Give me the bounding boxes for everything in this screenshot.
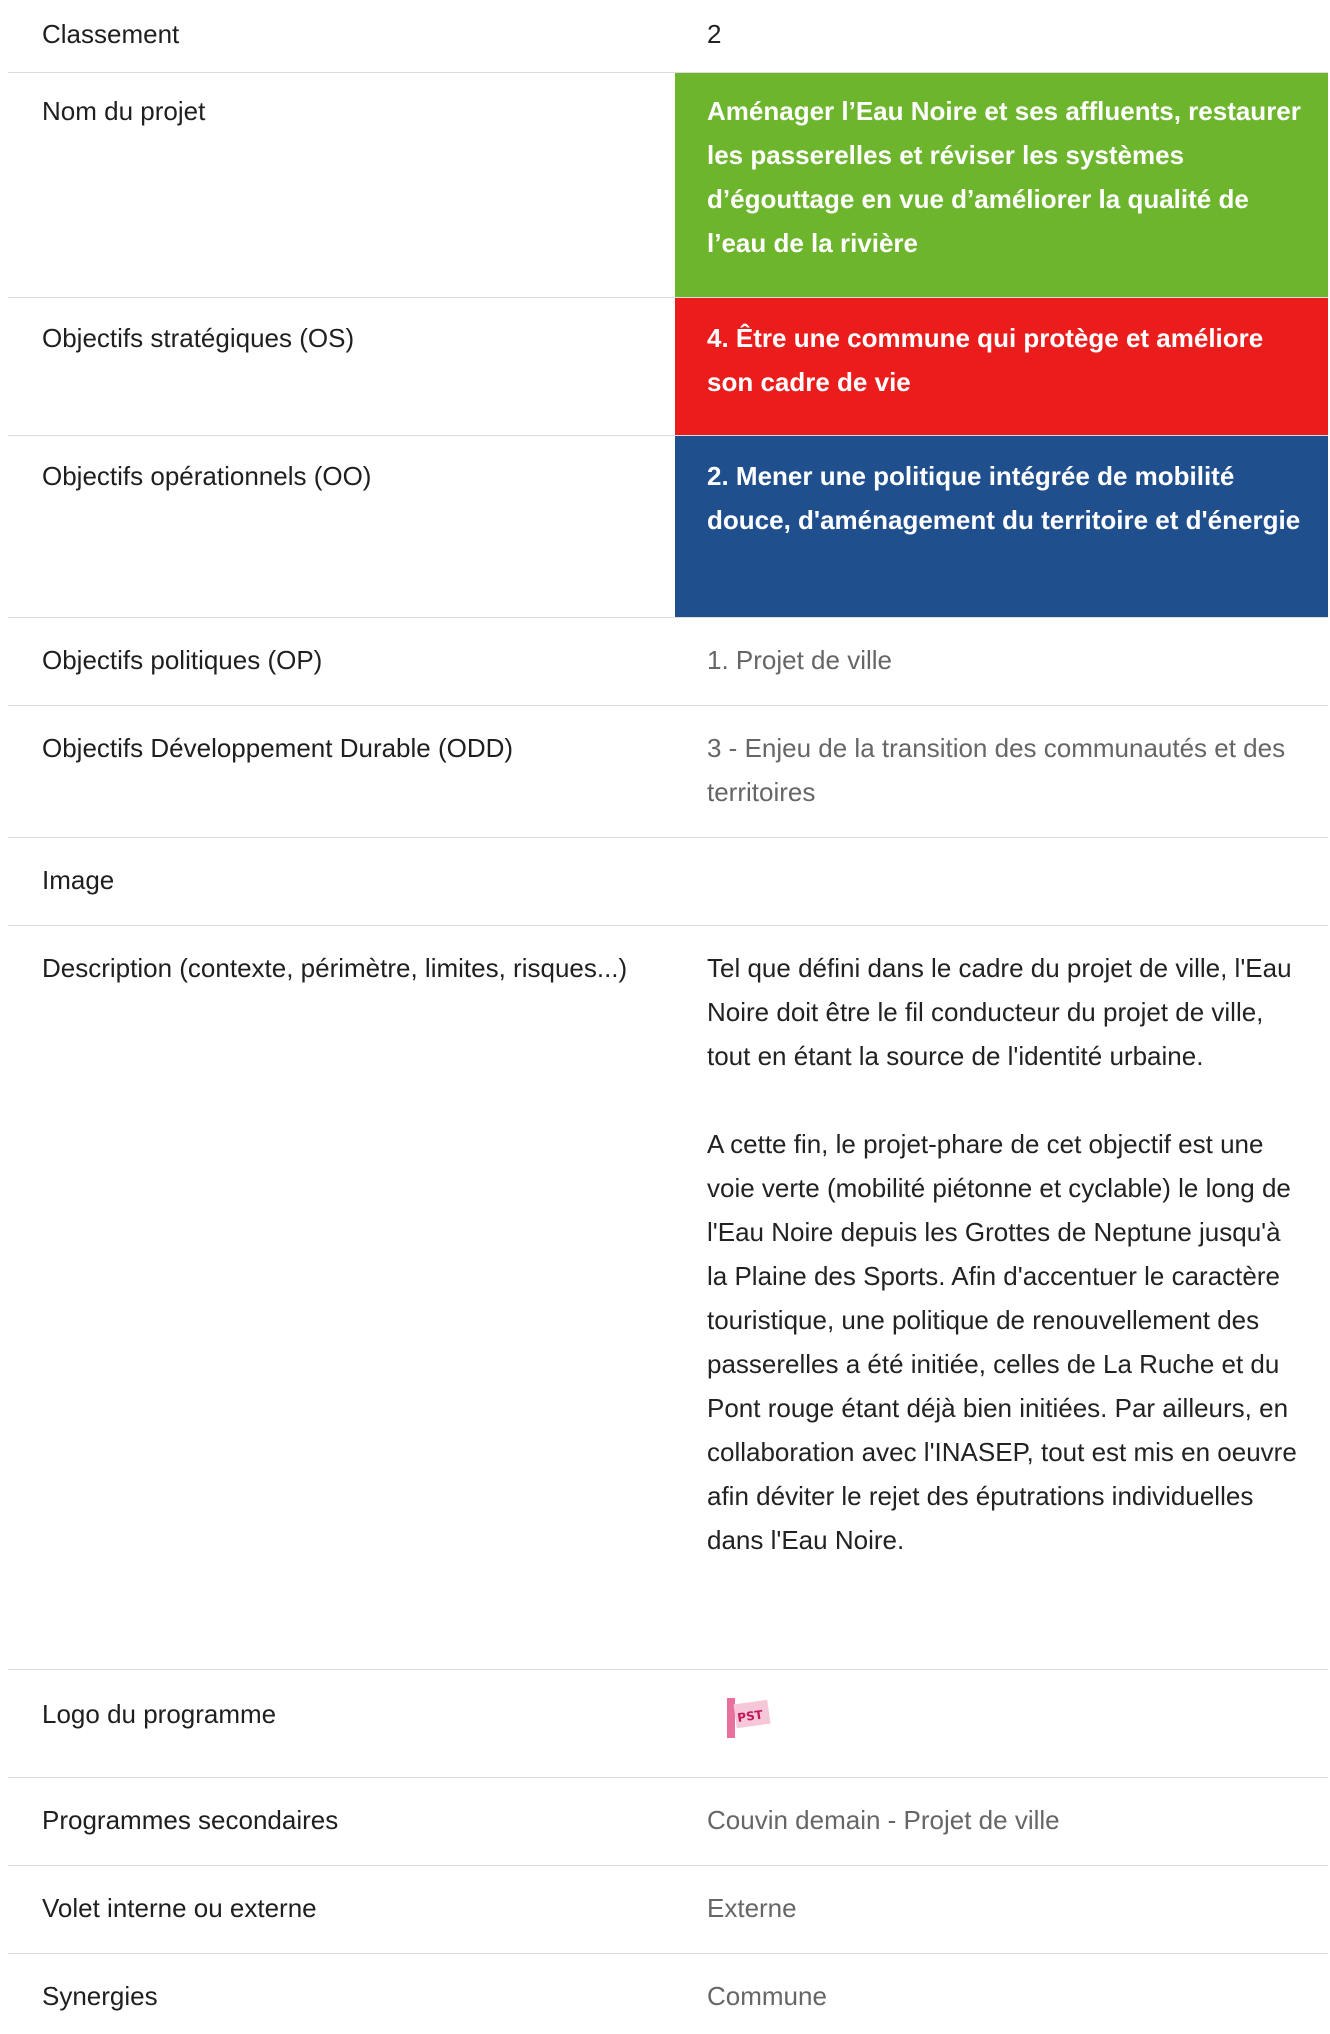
value-description: Tel que défini dans le cadre du projet d…: [675, 926, 1328, 1669]
label-objectifs-politiques: Objectifs politiques (OP): [42, 645, 323, 675]
row-nom-projet: Nom du projet Aménager l’Eau Noire et se…: [8, 73, 1328, 298]
value-programmes-secondaires: Couvin demain - Projet de ville: [707, 1805, 1060, 1835]
row-synergies: Synergies Commune: [8, 1954, 1328, 2034]
value-volet: Externe: [707, 1893, 797, 1923]
row-objectifs-operationnels: Objectifs opérationnels (OO) 2. Mener un…: [8, 436, 1328, 618]
value-logo: PST: [675, 1670, 1328, 1777]
label-classement: Classement: [42, 19, 180, 49]
label-objectifs-strategiques: Objectifs stratégiques (OS): [42, 323, 355, 353]
row-odd: Objectifs Développement Durable (ODD) 3 …: [8, 706, 1328, 838]
row-objectifs-politiques: Objectifs politiques (OP) 1. Projet de v…: [8, 618, 1328, 706]
row-description: Description (contexte, périmètre, limite…: [8, 926, 1328, 1670]
label-volet: Volet interne ou externe: [42, 1893, 317, 1923]
row-classement: Classement 2: [8, 0, 1328, 73]
pst-logo-icon: PST: [727, 1698, 771, 1738]
row-logo: Logo du programme PST: [8, 1670, 1328, 1778]
value-objectifs-politiques: 1. Projet de ville: [707, 645, 892, 675]
row-image: Image: [8, 838, 1328, 926]
row-volet: Volet interne ou externe Externe: [8, 1866, 1328, 1954]
label-objectifs-operationnels: Objectifs opérationnels (OO): [42, 461, 372, 491]
value-image: [675, 838, 1328, 925]
value-odd: 3 - Enjeu de la transition des communaut…: [707, 733, 1286, 807]
value-objectifs-operationnels: 2. Mener une politique intégrée de mobil…: [675, 436, 1328, 617]
label-odd: Objectifs Développement Durable (ODD): [42, 733, 514, 763]
project-detail-table: Classement 2 Nom du projet Aménager l’Ea…: [8, 0, 1328, 2034]
label-description: Description (contexte, périmètre, limite…: [42, 953, 628, 983]
value-synergies: Commune: [707, 1981, 827, 2011]
description-paragraph-1: Tel que défini dans le cadre du projet d…: [707, 953, 1292, 1071]
row-programmes-secondaires: Programmes secondaires Couvin demain - P…: [8, 1778, 1328, 1866]
label-image: Image: [42, 865, 115, 895]
value-nom-projet: Aménager l’Eau Noire et ses affluents, r…: [675, 73, 1328, 297]
label-logo: Logo du programme: [42, 1699, 277, 1729]
value-classement: 2: [707, 19, 722, 49]
row-objectifs-strategiques: Objectifs stratégiques (OS) 4. Être une …: [8, 298, 1328, 436]
label-synergies: Synergies: [42, 1981, 158, 2011]
label-nom-projet: Nom du projet: [42, 96, 206, 126]
label-programmes-secondaires: Programmes secondaires: [42, 1805, 339, 1835]
description-paragraph-2: A cette fin, le projet-phare de cet obje…: [707, 1129, 1297, 1555]
value-objectifs-strategiques: 4. Être une commune qui protège et améli…: [675, 298, 1328, 435]
